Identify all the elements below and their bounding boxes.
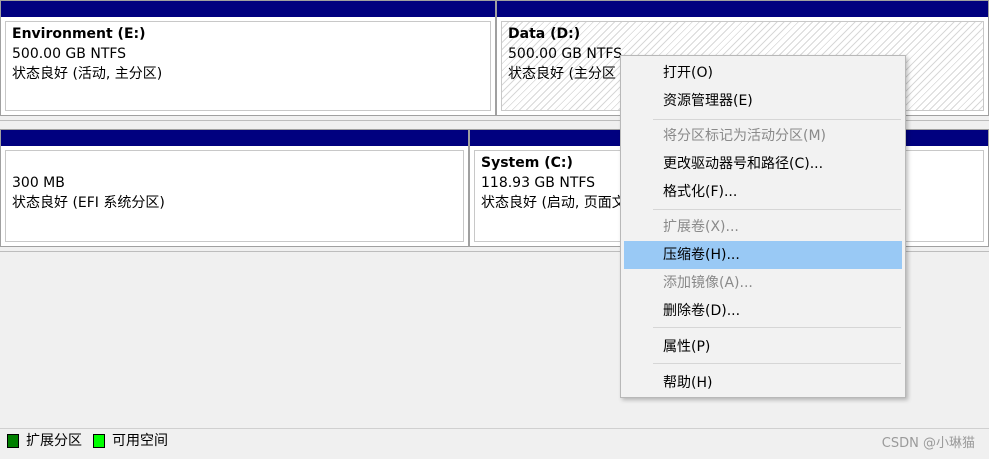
- menu-item-delete-volume[interactable]: 删除卷(D)...: [624, 297, 902, 325]
- legend-label-extended: 扩展分区: [26, 433, 82, 449]
- menu-item-shrink-volume[interactable]: 压缩卷(H)...: [624, 241, 902, 269]
- menu-separator: [653, 209, 901, 210]
- partition-status: 状态良好 (EFI 系统分区): [12, 195, 165, 211]
- legend-swatch-extended: [7, 434, 19, 448]
- menu-item-add-mirror[interactable]: 添加镜像(A)...: [624, 269, 902, 297]
- partition-size: 300 MB: [12, 175, 65, 191]
- partition-size: 500.00 GB NTFS: [12, 46, 127, 62]
- menu-item-explorer[interactable]: 资源管理器(E): [624, 87, 902, 115]
- context-menu[interactable]: 打开(O) 资源管理器(E) 将分区标记为活动分区(M) 更改驱动器号和路径(C…: [620, 55, 906, 398]
- legend-label-free: 可用空间: [112, 433, 168, 449]
- partition-status: 状态良好 (活动, 主分区): [12, 66, 163, 82]
- partition-bar: [1, 130, 468, 146]
- menu-item-format[interactable]: 格式化(F)...: [624, 178, 902, 206]
- partition-efi[interactable]: 300 MB 状态良好 (EFI 系统分区): [0, 129, 469, 247]
- menu-separator: [653, 327, 901, 328]
- menu-separator: [653, 119, 901, 120]
- partition-body[interactable]: Environment (E:) 500.00 GB NTFS 状态良好 (活动…: [5, 21, 491, 111]
- partition-name: Data (D:): [508, 26, 581, 42]
- watermark-text: CSDN @小琳猫: [881, 436, 975, 451]
- legend-bar: 扩展分区 可用空间: [0, 428, 989, 454]
- menu-item-properties[interactable]: 属性(P): [624, 333, 902, 361]
- menu-item-help[interactable]: 帮助(H): [624, 369, 902, 397]
- partition-name: Environment (E:): [12, 26, 146, 42]
- legend-swatch-free: [93, 434, 105, 448]
- partition-environment-e[interactable]: Environment (E:) 500.00 GB NTFS 状态良好 (活动…: [0, 0, 496, 116]
- partition-bar: [497, 1, 988, 17]
- menu-item-extend-volume[interactable]: 扩展卷(X)...: [624, 213, 902, 241]
- menu-item-change-drive-letter[interactable]: 更改驱动器号和路径(C)...: [624, 150, 902, 178]
- menu-item-mark-active[interactable]: 将分区标记为活动分区(M): [624, 122, 902, 150]
- partition-body[interactable]: 300 MB 状态良好 (EFI 系统分区): [5, 150, 464, 242]
- menu-separator: [653, 363, 901, 364]
- partition-bar: [1, 1, 495, 17]
- menu-item-open[interactable]: 打开(O): [624, 59, 902, 87]
